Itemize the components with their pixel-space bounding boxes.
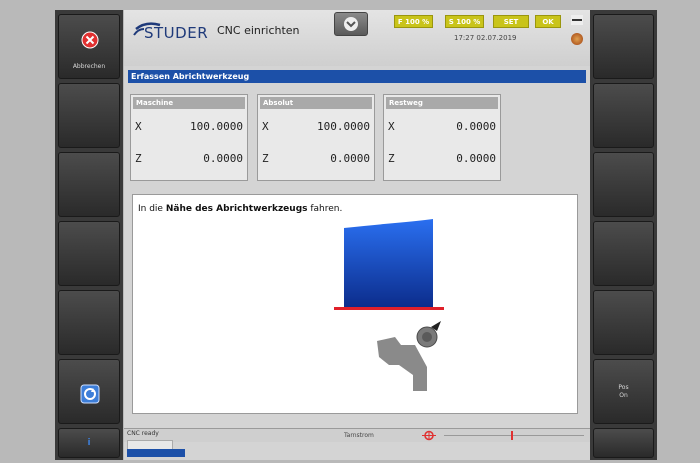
coord-box-absolute: Absolut X 100.0000 Z 0.0000 [257,94,375,181]
page-title: CNC einrichten [217,24,300,37]
coord-box-remaining: Restweg X 0.0000 Z 0.0000 [383,94,501,181]
cancel-button[interactable]: Abbrechen [58,14,120,79]
base-line [334,307,444,310]
progress-strip [127,449,185,457]
info-button[interactable]: i [58,428,120,458]
set-badge: SET [493,15,529,28]
axis-z-label: Z [135,152,142,165]
coord-box-machine: Maschine X 100.0000 Z 0.0000 [130,94,248,181]
coord-x-value: 100.0000 [190,120,243,133]
section-header: Erfassen Abrichtwerkzeug [128,70,586,83]
spindle-override-badge: S 100 % [445,15,484,28]
grinding-wheel-shape [344,219,433,307]
machine-frame: Abbrechen i Pos On STUDER CNC einrichten… [0,0,700,463]
softkey-left-5[interactable] [58,290,120,355]
axis-x-label: X [135,120,142,133]
coord-z-value: 0.0000 [456,152,496,165]
chevron-down-icon [344,17,358,31]
axis-x-label: X [262,120,269,133]
softkey-right-2[interactable] [593,83,654,148]
dressing-tool-icon [377,321,441,391]
coord-z-value: 0.0000 [330,152,370,165]
speed-marker [511,431,513,440]
axis-x-label: X [388,120,395,133]
datetime: 17:27 02.07.2019 [454,34,517,42]
right-softkey-panel: Pos On [590,10,657,460]
coord-box-title: Absolut [260,97,372,109]
cnc-ready-label: CNC ready [127,430,159,437]
softkey-left-4[interactable] [58,221,120,286]
cancel-label: Abbrechen [72,63,106,70]
position-label-1: Pos [618,384,629,391]
softkey-right-3[interactable] [593,152,654,217]
coord-x-value: 100.0000 [317,120,370,133]
axis-z-label: Z [262,152,269,165]
speed-track [444,435,584,436]
brand-name: STUDER [144,24,209,42]
softkey-right-1[interactable] [593,14,654,79]
softkey-left-3[interactable] [58,152,120,217]
softkey-right-5[interactable] [593,290,654,355]
coord-x-value: 0.0000 [456,120,496,133]
ok-badge: OK [535,15,561,28]
flag-icon [571,15,583,25]
dropdown-button[interactable] [334,12,368,36]
refresh-icon [80,384,100,404]
softkey-right-4[interactable] [593,221,654,286]
bottom-status-bar: CNC ready Tarnstrom [124,428,590,442]
close-icon [81,31,99,49]
coord-box-title: Restweg [386,97,498,109]
coord-box-title: Maschine [133,97,245,109]
feed-override-badge: F 100 % [394,15,433,28]
info-label: i [87,438,91,448]
softkey-right-7[interactable] [593,428,654,458]
top-bar: STUDER CNC einrichten F 100 % S 100 % SE… [124,10,590,66]
axis-z-label: Z [388,152,395,165]
speed-label: Tarnstrom [344,432,374,439]
language-icon[interactable] [571,33,583,45]
position-on-button[interactable]: Pos On [593,359,654,424]
left-softkey-panel: Abbrechen i [55,10,123,460]
main-screen: STUDER CNC einrichten F 100 % S 100 % SE… [124,10,590,460]
coord-z-value: 0.0000 [203,152,243,165]
override-icon [422,430,436,441]
instruction-panel: In die Nähe des Abrichtwerkzeugs fahren. [132,194,578,414]
softkey-left-2[interactable] [58,83,120,148]
position-label-2: On [619,392,628,399]
dressing-tool-diagram [334,219,444,391]
refresh-button[interactable] [58,359,120,424]
